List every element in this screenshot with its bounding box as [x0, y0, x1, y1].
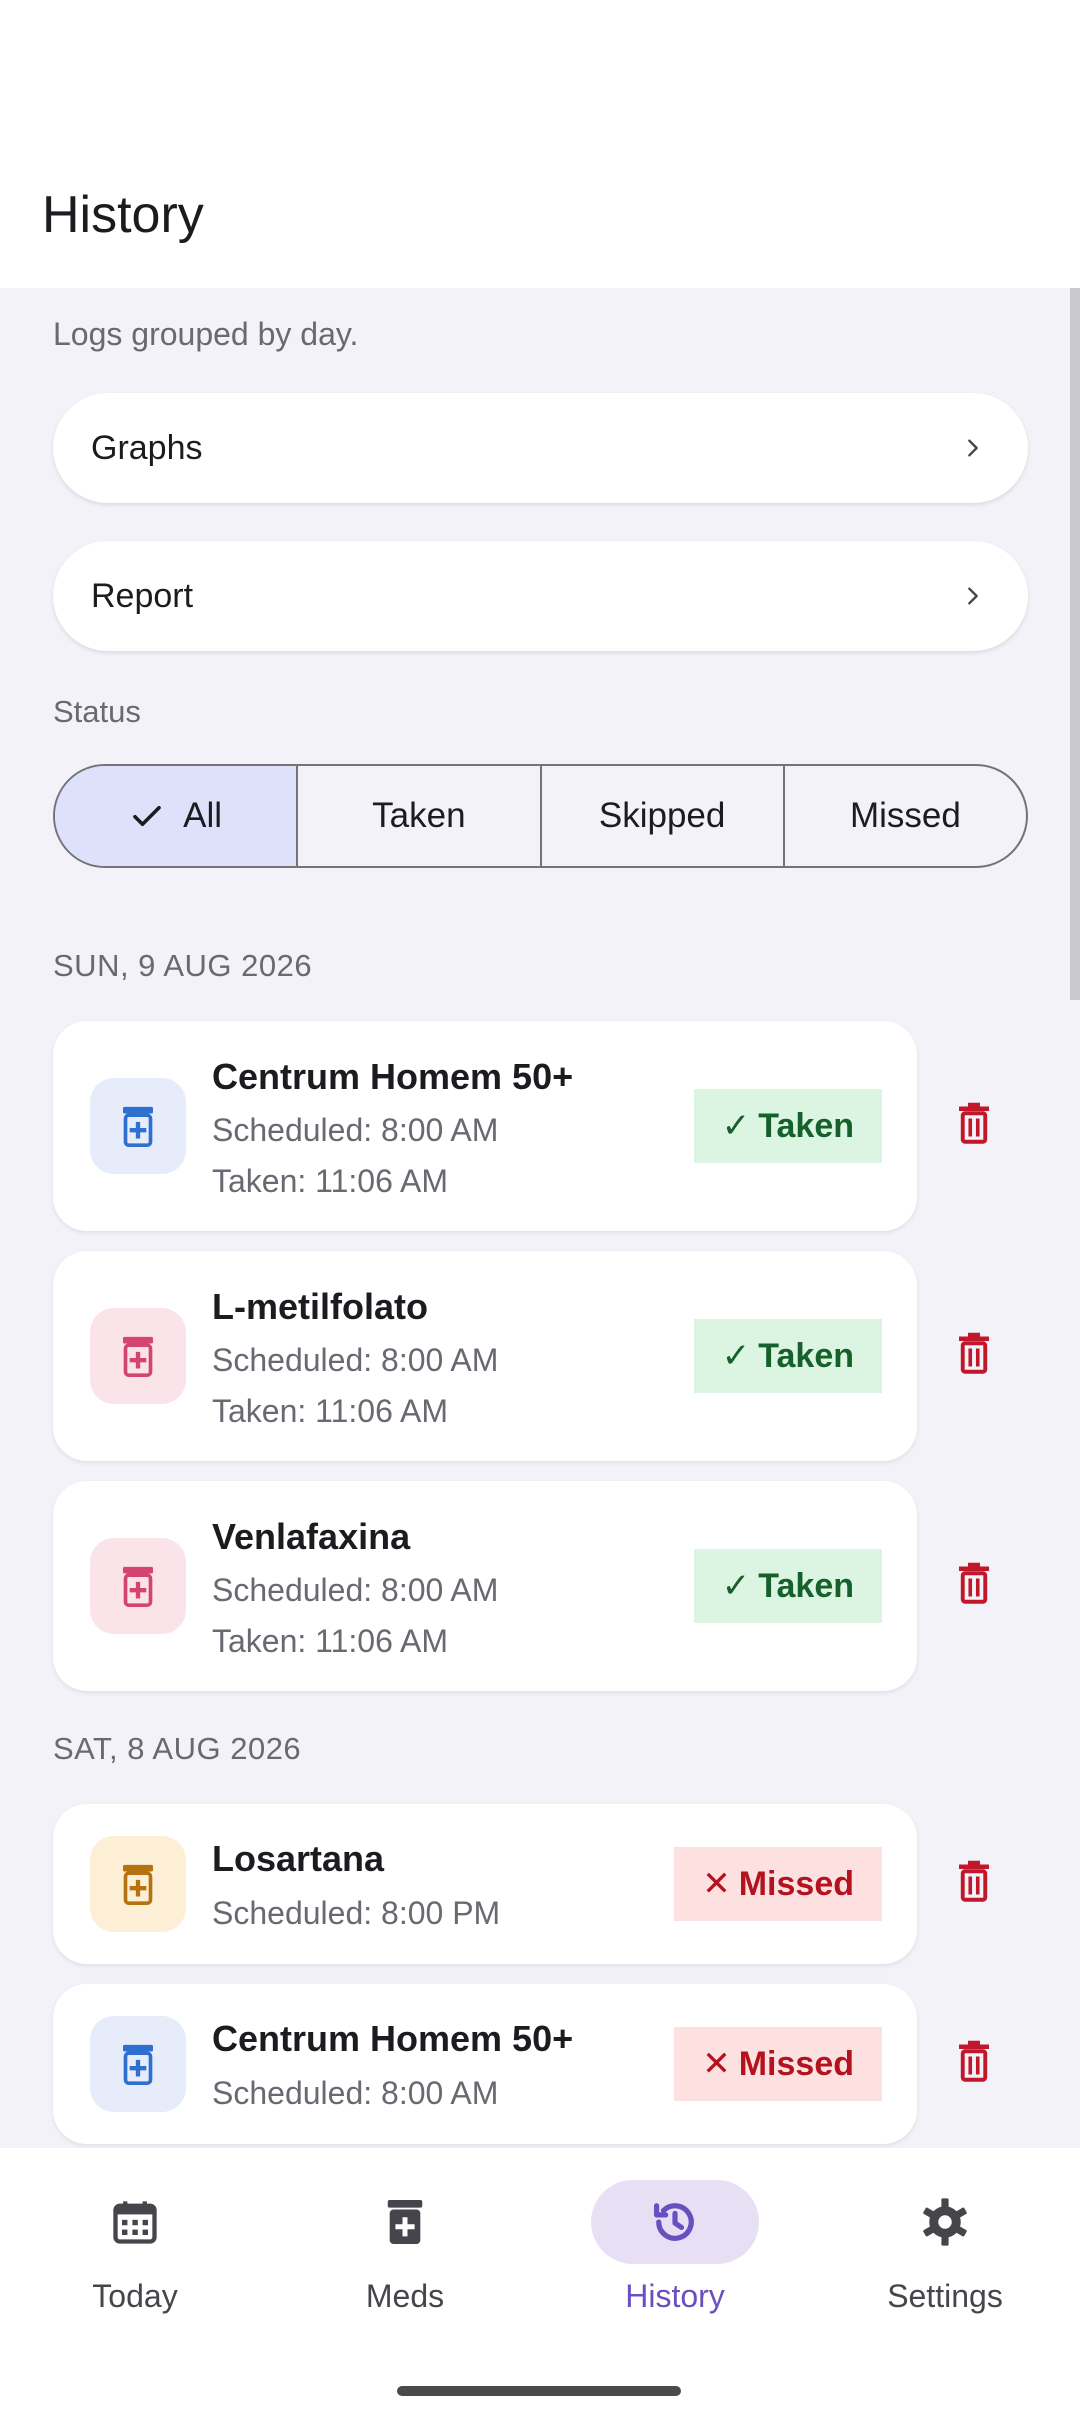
taken-time: Taken: 11:06 AM — [212, 1163, 448, 1199]
filter-all-label: All — [183, 796, 223, 835]
delete-icon[interactable] — [956, 1860, 992, 1902]
status-badge: ✕ Missed — [674, 2027, 882, 2101]
log-card[interactable]: L-metilfolato Scheduled: 8:00 AM Taken: … — [53, 1251, 917, 1461]
filter-all[interactable]: All — [55, 766, 299, 866]
medication-name: Venlafaxina — [212, 1516, 411, 1557]
close-icon: ✕ — [702, 2045, 731, 2083]
medication-name: Centrum Homem 50+ — [212, 2018, 574, 2059]
check-icon: ✓ — [721, 1567, 751, 1605]
nav-history[interactable]: History — [540, 2180, 810, 2340]
log-card[interactable]: Venlafaxina Scheduled: 8:00 AM Taken: 11… — [53, 1481, 917, 1691]
page-title: History — [42, 186, 204, 244]
status-badge: ✕ Missed — [674, 1847, 882, 1921]
calendar-icon — [51, 2180, 219, 2264]
scheduled-time: Scheduled: 8:00 AM — [212, 1572, 499, 1608]
scheduled-time: Scheduled: 8:00 AM — [212, 1112, 499, 1148]
check-icon: ✓ — [721, 1107, 751, 1145]
delete-icon[interactable] — [956, 1562, 992, 1604]
filter-missed-label: Missed — [849, 796, 961, 835]
status-badge-label: Missed — [738, 1864, 854, 1903]
pill-bottle-icon — [321, 2180, 489, 2264]
status-badge: ✓ Taken — [693, 1549, 882, 1623]
taken-time: Taken: 11:06 AM — [212, 1393, 448, 1429]
scheduled-time: Scheduled: 8:00 PM — [212, 1895, 501, 1931]
log-card[interactable]: Centrum Homem 50+ Scheduled: 8:00 AM ✕ M… — [53, 1984, 917, 2144]
status-badge: ✓ Taken — [693, 1089, 882, 1163]
pill-bottle-icon — [90, 1078, 186, 1174]
log-card[interactable]: Losartana Scheduled: 8:00 PM ✕ Missed — [53, 1804, 917, 1964]
log-card[interactable]: Centrum Homem 50+ Scheduled: 8:00 AM Tak… — [53, 1021, 917, 1231]
status-badge: ✓ Taken — [693, 1319, 882, 1393]
bottom-navigation: Today Meds History Settings — [0, 2148, 1080, 2424]
scrollbar[interactable] — [1070, 288, 1080, 1000]
top-app-bar: History — [0, 0, 1080, 288]
taken-time: Taken: 11:06 AM — [212, 1623, 448, 1659]
scheduled-time: Scheduled: 8:00 AM — [212, 1342, 499, 1378]
filter-skipped[interactable]: Skipped — [542, 766, 785, 866]
nav-settings[interactable]: Settings — [810, 2180, 1080, 2340]
gear-icon — [861, 2180, 1029, 2264]
delete-icon[interactable] — [956, 1332, 992, 1374]
home-indicator — [397, 2386, 681, 2396]
filter-skipped-label: Skipped — [598, 796, 726, 835]
status-filter-label: Status — [53, 694, 141, 729]
graphs-card-label: Graphs — [91, 428, 203, 467]
medication-name: Losartana — [212, 1838, 385, 1879]
report-card-label: Report — [91, 576, 194, 615]
filter-missed[interactable]: Missed — [785, 766, 1026, 866]
status-filter: All Taken Skipped Missed — [53, 764, 1028, 868]
pill-bottle-icon — [90, 1836, 186, 1932]
pill-bottle-icon — [90, 2016, 186, 2112]
delete-icon[interactable] — [956, 2040, 992, 2082]
status-badge-label: Taken — [758, 1106, 854, 1145]
check-icon — [133, 805, 161, 827]
filter-taken-label: Taken — [372, 796, 466, 835]
delete-icon[interactable] — [956, 1102, 992, 1144]
chevron-right-icon — [956, 431, 990, 465]
date-header: SUN, 9 AUG 2026 — [53, 948, 313, 983]
medication-name: L-metilfolato — [212, 1286, 428, 1327]
page-subtitle: Logs grouped by day. — [53, 316, 359, 352]
pill-bottle-icon — [90, 1308, 186, 1404]
status-badge-label: Missed — [738, 2044, 854, 2083]
medication-name: Centrum Homem 50+ — [212, 1056, 574, 1097]
nav-history-label: History — [625, 2278, 725, 2314]
pill-bottle-icon — [90, 1538, 186, 1634]
nav-today-label: Today — [92, 2278, 178, 2314]
report-card[interactable]: Report — [53, 541, 1028, 651]
scheduled-time: Scheduled: 8:00 AM — [212, 2075, 499, 2111]
graphs-card[interactable]: Graphs — [53, 393, 1028, 503]
status-badge-label: Taken — [758, 1336, 854, 1375]
check-icon: ✓ — [721, 1337, 751, 1375]
nav-settings-label: Settings — [887, 2278, 1003, 2314]
nav-today[interactable]: Today — [0, 2180, 270, 2340]
nav-meds-label: Meds — [365, 2278, 445, 2314]
nav-meds[interactable]: Meds — [270, 2180, 540, 2340]
date-header: SAT, 8 AUG 2026 — [53, 1731, 302, 1766]
status-badge-label: Taken — [758, 1566, 854, 1605]
filter-taken[interactable]: Taken — [298, 766, 542, 866]
history-icon — [591, 2180, 759, 2264]
chevron-right-icon — [956, 579, 990, 613]
close-icon: ✕ — [702, 1865, 731, 1903]
